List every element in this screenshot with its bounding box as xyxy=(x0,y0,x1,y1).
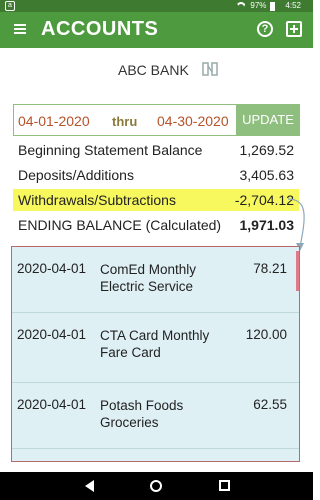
battery-percent: 97% xyxy=(250,1,267,10)
connector-arrow-icon xyxy=(287,198,305,251)
beginning-balance-row: Beginning Statement Balance 1,269.52 xyxy=(13,139,299,161)
scrollbar[interactable] xyxy=(296,251,299,291)
help-icon[interactable]: ? xyxy=(257,21,273,37)
transaction-date: 2020-04-01 xyxy=(17,327,87,342)
status-bar: a 97% 4:52 xyxy=(0,0,313,12)
beginning-balance-value: 1,269.52 xyxy=(239,142,295,158)
end-date-field[interactable]: 04-30-2020 xyxy=(157,113,229,129)
transaction-date: 2020-04-01 xyxy=(17,261,87,276)
menu-icon[interactable] xyxy=(14,24,26,34)
withdrawals-label: Withdrawals/Subtractions xyxy=(18,192,176,208)
system-nav-bar xyxy=(0,472,313,500)
add-icon[interactable] xyxy=(286,21,302,37)
home-icon[interactable] xyxy=(150,480,162,492)
start-date-field[interactable]: 04-01-2020 xyxy=(18,113,90,129)
deposits-value: 3,405.63 xyxy=(239,167,295,183)
beginning-balance-label: Beginning Statement Balance xyxy=(18,142,203,158)
transaction-amount: 78.21 xyxy=(253,261,287,276)
system-status: 97% 4:52 xyxy=(236,1,301,11)
bank-name[interactable]: ABC BANK xyxy=(118,62,189,78)
transaction-amount: 62.55 xyxy=(253,397,287,412)
link-icon[interactable] xyxy=(202,61,218,77)
bank-row: ABC BANK xyxy=(0,58,313,82)
deposits-label: Deposits/Additions xyxy=(18,167,134,183)
update-button[interactable]: UPDATE xyxy=(236,104,300,136)
app-bar: ACCOUNTS ? xyxy=(0,12,313,48)
transaction-date: 2020-04-01 xyxy=(17,397,87,412)
recent-apps-icon[interactable] xyxy=(219,480,230,491)
transaction-description: CTA Card Monthly Fare Card xyxy=(100,328,210,360)
battery-icon xyxy=(270,1,276,11)
list-item[interactable]: 2020-04-01 ComEd Monthly Electric Servic… xyxy=(12,247,299,313)
date-range-bar: 04-01-2020 thru 04-30-2020 UPDATE xyxy=(13,104,300,136)
transaction-description: ComEd Monthly Electric Service xyxy=(100,262,197,294)
back-icon[interactable] xyxy=(85,480,94,492)
deposits-row[interactable]: Deposits/Additions 3,405.63 xyxy=(13,164,299,186)
ending-balance-label: ENDING BALANCE (Calculated) xyxy=(18,217,222,233)
page-title: ACCOUNTS xyxy=(41,18,159,40)
clock: 4:52 xyxy=(285,1,301,10)
app-notification-icon: a xyxy=(5,1,15,11)
thru-label: thru xyxy=(112,114,138,129)
list-item[interactable]: 2020-04-01 CTA Card Monthly Fare Card 12… xyxy=(12,313,299,383)
ending-balance-row: ENDING BALANCE (Calculated) 1,971.03 xyxy=(13,214,299,236)
transaction-amount: 120.00 xyxy=(245,327,287,342)
withdrawals-row[interactable]: Withdrawals/Subtractions -2,704.12 xyxy=(13,189,299,211)
transaction-description: Potash Foods Groceries xyxy=(100,398,184,430)
transactions-list[interactable]: 2020-04-01 ComEd Monthly Electric Servic… xyxy=(11,246,300,462)
wifi-icon xyxy=(236,2,246,10)
list-item[interactable]: 2020-04-01 Potash Foods Groceries 62.55 xyxy=(12,383,299,449)
